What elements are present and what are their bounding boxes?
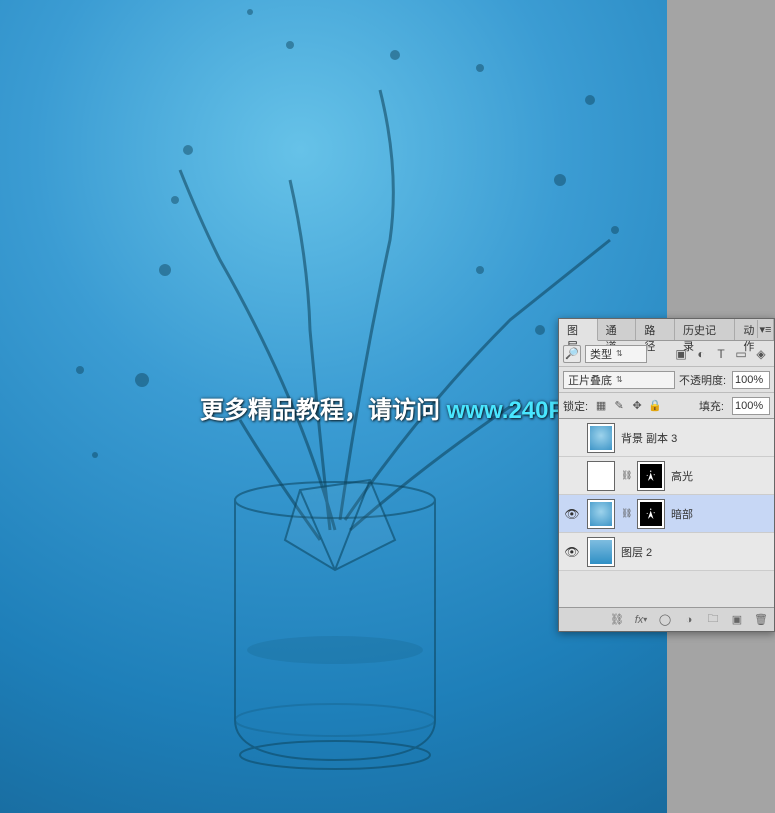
watermark-prefix: 更多精品教程，请访问 [200, 397, 447, 424]
search-icon[interactable]: 🔎 [563, 345, 581, 363]
trash-icon[interactable]: 🗑 [754, 613, 768, 627]
layer-filter-row: 🔎 类型 ⇅ ▣ ◐ T ▭ ◈ [559, 341, 774, 367]
mask-icon[interactable]: ◯ [658, 613, 672, 627]
layer-name-label: 背景 副本 3 [621, 430, 770, 446]
layer-name-label: 高光 [671, 468, 770, 484]
layer-name-label: 暗部 [671, 506, 770, 522]
lock-all-icon[interactable]: 🔒 [648, 399, 662, 413]
layer-mask-thumbnail[interactable] [637, 499, 665, 529]
group-icon[interactable]: 🗀 [706, 613, 720, 627]
opacity-label: 不透明度: [679, 372, 726, 388]
lock-move-icon[interactable]: ✥ [630, 399, 644, 413]
layer-thumbnail[interactable] [587, 423, 615, 453]
chevron-updown-icon: ⇅ [616, 349, 623, 358]
fill-input[interactable]: 100% [732, 397, 770, 415]
filter-type-dropdown[interactable]: 类型 ⇅ [585, 345, 647, 363]
lock-fill-row: 锁定: ▦ ✎ ✥ 🔒 填充: 100% [559, 393, 774, 419]
link-layers-icon[interactable]: ⛓ [610, 613, 624, 627]
layers-list: 背景 副本 3 ⛓ 高光 👁 ⛓ 暗部 👁 [559, 419, 774, 571]
lock-paint-icon[interactable]: ✎ [612, 399, 626, 413]
layer-name-label: 图层 2 [621, 544, 770, 560]
layer-row[interactable]: 👁 图层 2 [559, 533, 774, 571]
filter-type-label: 类型 [590, 346, 612, 362]
visibility-toggle[interactable]: 👁 [563, 545, 581, 559]
fill-label: 填充: [699, 398, 724, 414]
new-layer-icon[interactable]: ▣ [730, 613, 744, 627]
tab-layers[interactable]: 图层 [559, 319, 598, 341]
panel-tabs: 图层 通道 路径 历史记录 动作 [559, 319, 774, 341]
blend-mode-value: 正片叠底 [568, 372, 612, 388]
layers-empty-area [559, 571, 774, 607]
opacity-input[interactable]: 100% [732, 371, 770, 389]
mask-link-icon[interactable]: ⛓ [621, 470, 631, 481]
layer-row[interactable]: 背景 副本 3 [559, 419, 774, 457]
smart-filter-icon[interactable]: ◈ [754, 347, 768, 361]
blend-mode-dropdown[interactable]: 正片叠底 ⇅ [563, 371, 675, 389]
layer-row[interactable]: 👁 ⛓ 暗部 [559, 495, 774, 533]
layers-panel: ▾≡ 图层 通道 路径 历史记录 动作 🔎 类型 ⇅ ▣ ◐ T ▭ ◈ 正片叠… [558, 318, 775, 632]
layer-thumbnail[interactable] [587, 537, 615, 567]
mask-link-icon[interactable]: ⛓ [621, 508, 631, 519]
chevron-updown-icon: ⇅ [616, 375, 623, 384]
tab-paths[interactable]: 路径 [636, 319, 675, 340]
panel-menu-button[interactable]: ▾≡ [757, 320, 773, 338]
tab-channels[interactable]: 通道 [598, 319, 637, 340]
adjust-filter-icon[interactable]: ◐ [694, 347, 708, 361]
fill-adjustment-icon[interactable]: ◑ [682, 613, 696, 627]
layer-thumbnail[interactable] [587, 499, 615, 529]
lock-transparency-icon[interactable]: ▦ [594, 399, 608, 413]
layer-thumbnail[interactable] [587, 461, 615, 491]
image-filter-icon[interactable]: ▣ [674, 347, 688, 361]
visibility-toggle[interactable]: 👁 [563, 507, 581, 521]
fx-icon[interactable]: fx▾ [634, 613, 648, 627]
panel-footer: ⛓ fx▾ ◯ ◑ 🗀 ▣ 🗑 [559, 607, 774, 631]
shape-filter-icon[interactable]: ▭ [734, 347, 748, 361]
layer-row[interactable]: ⛓ 高光 [559, 457, 774, 495]
lock-label: 锁定: [563, 398, 588, 414]
text-filter-icon[interactable]: T [714, 347, 728, 361]
tab-history[interactable]: 历史记录 [675, 319, 735, 340]
layer-mask-thumbnail[interactable] [637, 461, 665, 491]
blend-opacity-row: 正片叠底 ⇅ 不透明度: 100% [559, 367, 774, 393]
